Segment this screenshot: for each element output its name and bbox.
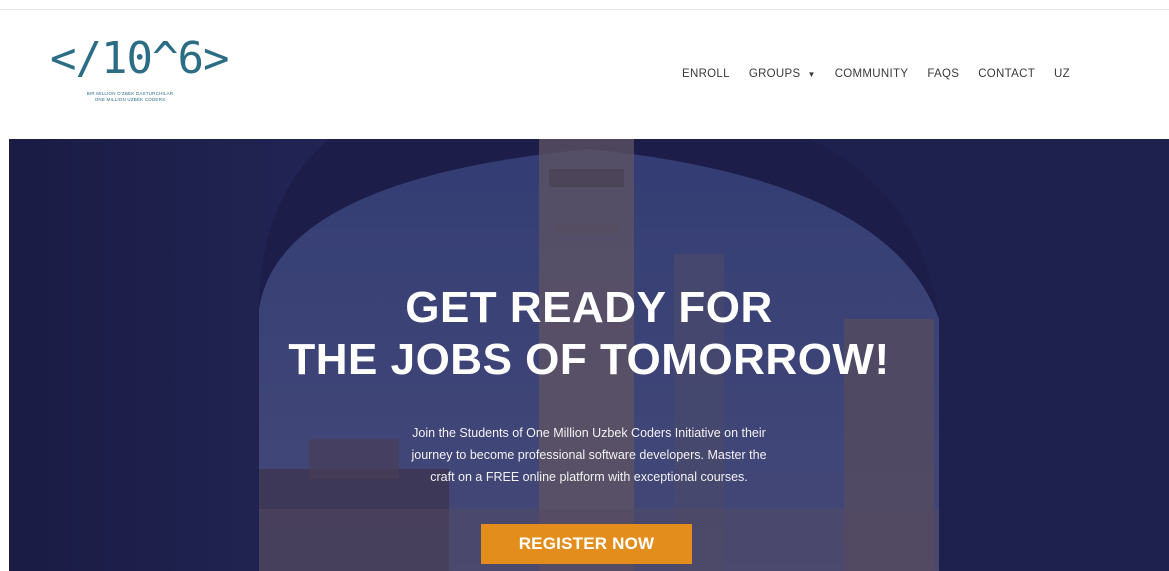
nav-faqs[interactable]: FAQS (927, 67, 959, 81)
logo-tagline-uz: BIR MILLION O'ZBEK DASTURCHILAR (86, 91, 174, 96)
site-logo[interactable]: </10^6> BIR MILLION O'ZBEK DASTURCHILAR … (50, 30, 229, 110)
nav-groups-label: GROUPS (748, 68, 801, 80)
hero-section: GET READY FOR THE JOBS OF TOMORROW! Join… (9, 139, 1169, 571)
hero-subtitle-line2: journey to become professional software … (411, 448, 767, 462)
hero-title-line1: GET READY FOR (405, 283, 773, 332)
nav-enroll[interactable]: ENROLL (682, 67, 730, 81)
hero-subtitle-line1: Join the Students of One Million Uzbek C… (412, 426, 766, 440)
logo-tagline-en: ONE MILLION UZBEK CODERS (94, 97, 166, 102)
nav-language-uz[interactable]: UZ (1054, 67, 1070, 81)
caret-down-icon: ▼ (807, 69, 816, 79)
nav-contact[interactable]: CONTACT (978, 67, 1035, 81)
hero-title: GET READY FOR THE JOBS OF TOMORROW! (9, 282, 1169, 386)
hero-title-line2: THE JOBS OF TOMORROW! (288, 335, 890, 384)
main-nav: ENROLL GROUPS ▼ COMMUNITY FAQS CONTACT U… (682, 67, 1089, 81)
nav-community[interactable]: COMMUNITY (835, 67, 909, 81)
logo-mark: </10^6> (50, 33, 229, 84)
hero-subtitle-line3: craft on a FREE online platform with exc… (430, 470, 748, 484)
nav-groups[interactable]: GROUPS ▼ (749, 67, 816, 81)
register-now-button[interactable]: REGISTER NOW (481, 524, 692, 564)
hero-subtitle: Join the Students of One Million Uzbek C… (339, 422, 839, 488)
